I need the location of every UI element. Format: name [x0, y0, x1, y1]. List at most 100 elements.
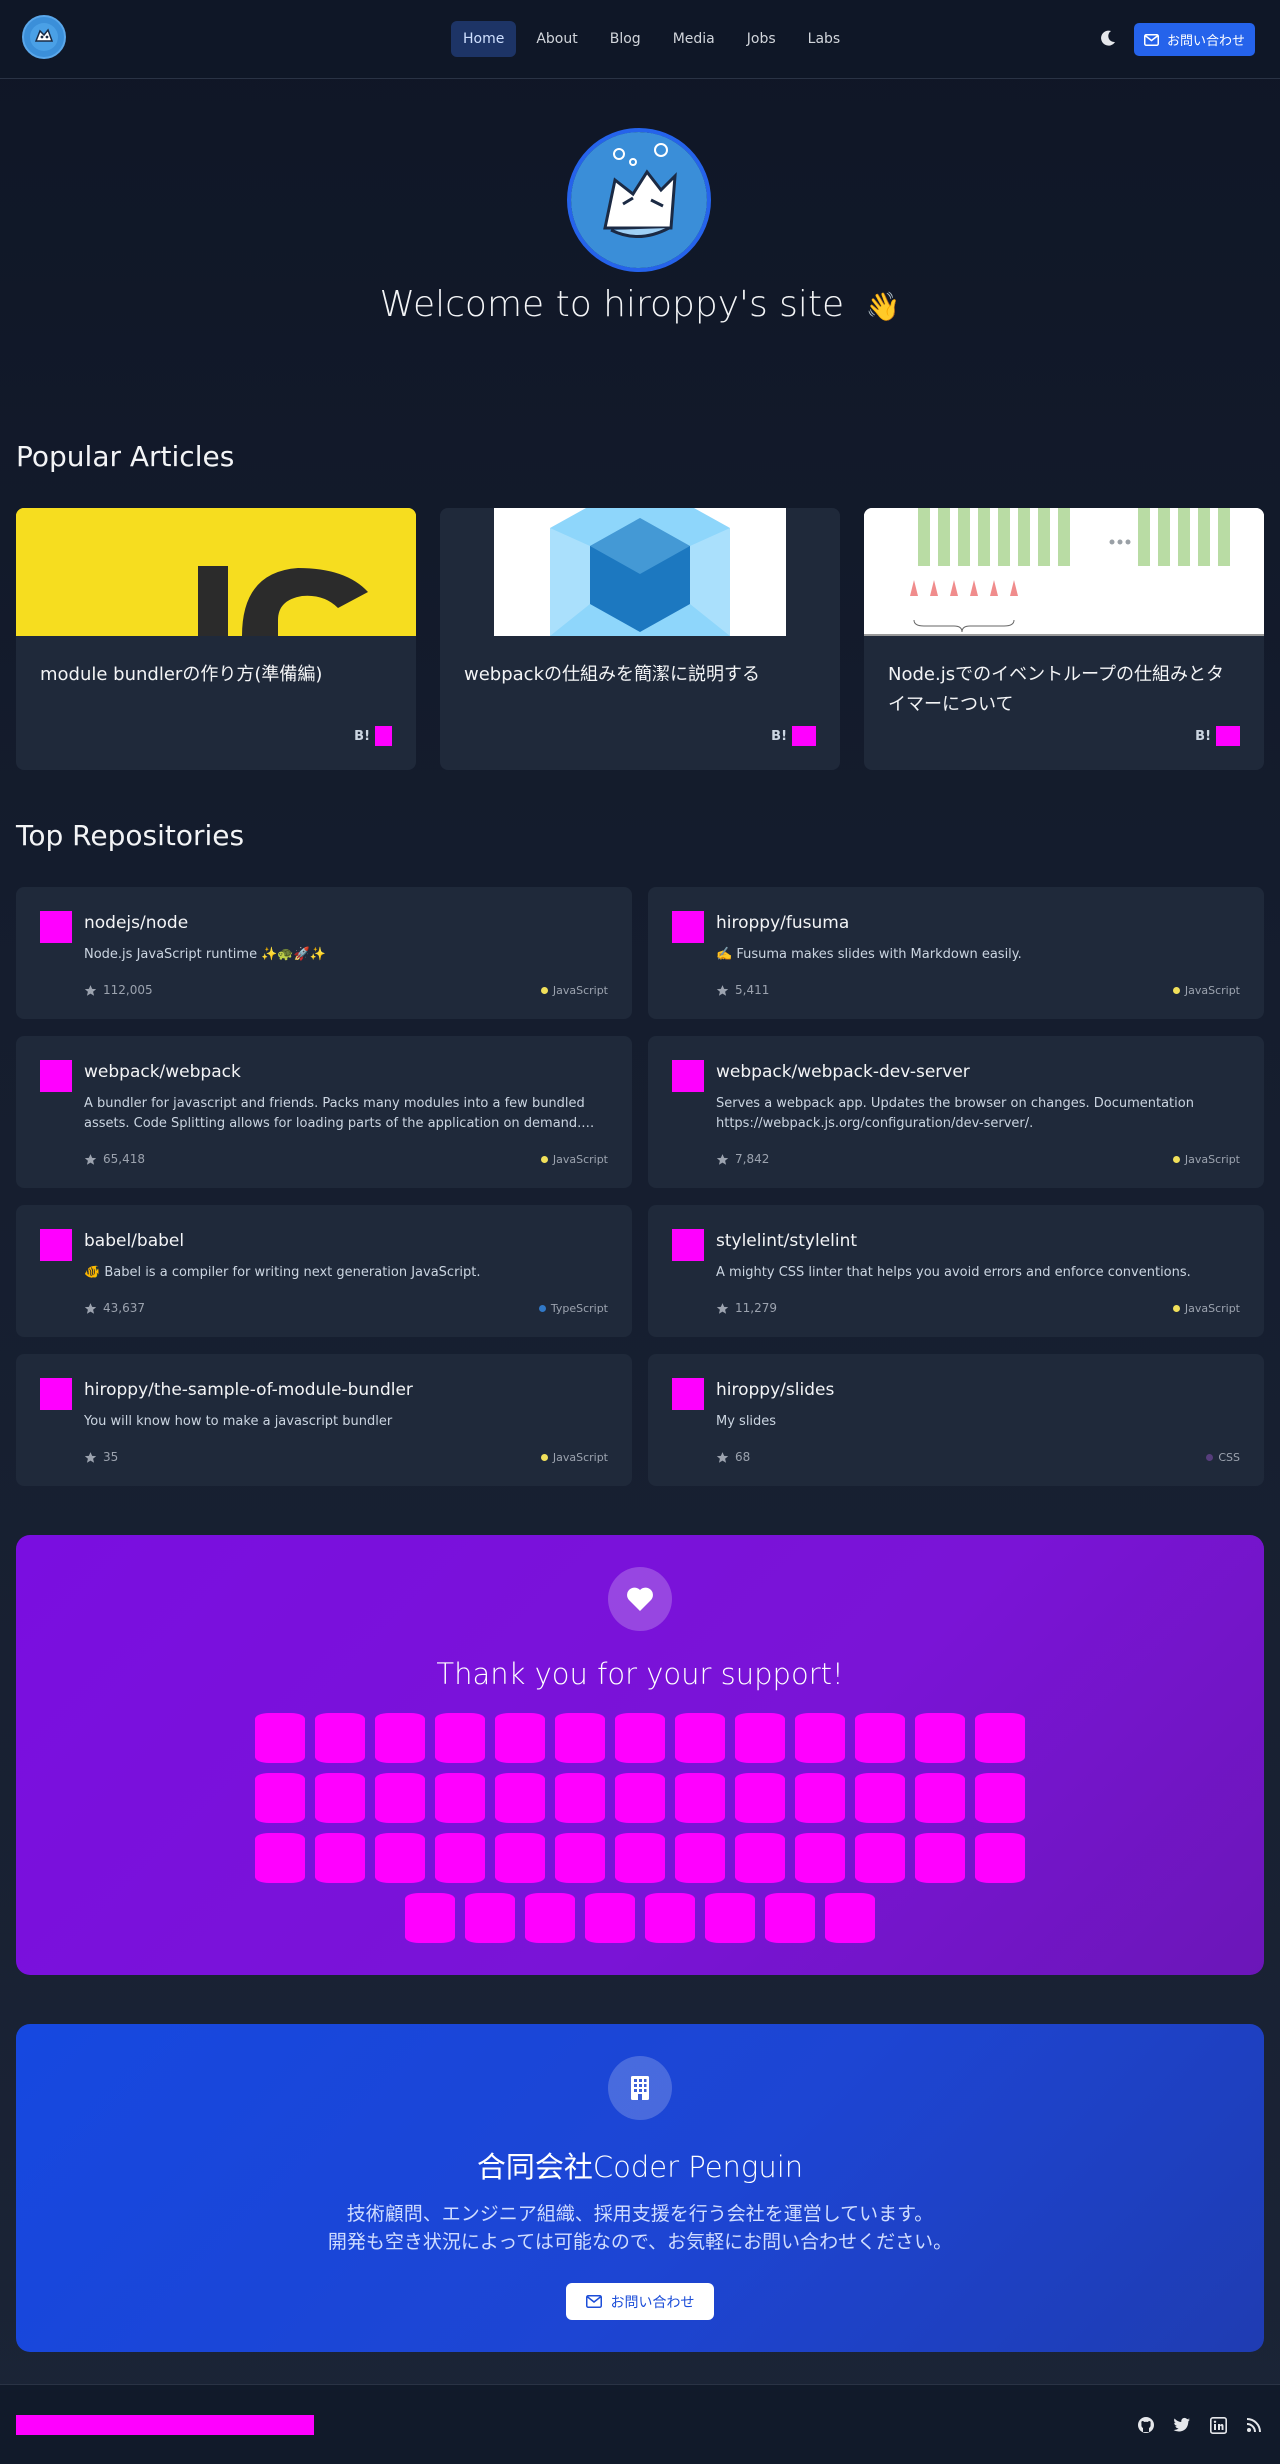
repo-name: webpack/webpack [84, 1062, 241, 1082]
repo-card[interactable]: hiroppy/fusuma ✍️ Fusuma makes slides wit… [648, 887, 1264, 1019]
sponsor-row [16, 1773, 1264, 1823]
sponsor-avatar[interactable] [735, 1773, 785, 1823]
sponsor-avatar[interactable] [255, 1833, 305, 1883]
sponsor-avatar[interactable] [495, 1833, 545, 1883]
sponsor-avatar[interactable] [795, 1773, 845, 1823]
sponsor-avatar[interactable] [915, 1833, 965, 1883]
article-card[interactable]: Node.jsでのイベントループの仕組みとタイマーについて B! [864, 508, 1264, 770]
repo-card[interactable]: nodejs/node Node.js JavaScript runtime ✨🐢… [16, 887, 632, 1019]
repo-name: hiroppy/slides [716, 1380, 835, 1400]
sponsor-avatar[interactable] [255, 1773, 305, 1823]
sponsor-avatar[interactable] [375, 1713, 425, 1763]
site-header: Home About Blog Media Jobs Labs お問い合わせ [0, 0, 1280, 79]
repo-language: JavaScript [540, 1451, 608, 1464]
hatena-bookmark[interactable]: B! [354, 726, 392, 746]
sponsor-avatar[interactable] [675, 1713, 725, 1763]
repo-language-label: JavaScript [1184, 1302, 1240, 1315]
sponsor-avatar[interactable] [975, 1713, 1025, 1763]
nav-blog[interactable]: Blog [598, 21, 653, 57]
sponsor-avatar[interactable] [525, 1893, 575, 1943]
sponsor-avatar[interactable] [495, 1713, 545, 1763]
article-card[interactable]: webpackの仕組みを簡潔に説明する B! [440, 508, 840, 770]
nav-media[interactable]: Media [661, 21, 727, 57]
sponsor-avatar[interactable] [405, 1893, 455, 1943]
star-icon [716, 1153, 729, 1165]
sponsor-avatar[interactable] [315, 1773, 365, 1823]
sponsor-avatar[interactable] [375, 1833, 425, 1883]
rss-link[interactable] [1244, 2415, 1264, 2435]
sponsor-avatar[interactable] [615, 1713, 665, 1763]
sponsor-avatar[interactable] [735, 1713, 785, 1763]
repo-description: ✍️ Fusuma makes slides with Markdown eas… [716, 947, 1022, 962]
sponsor-row [16, 1833, 1264, 1883]
sponsor-avatar[interactable] [975, 1833, 1025, 1883]
sponsor-avatar[interactable] [675, 1833, 725, 1883]
repo-stars: 11,279 [716, 1301, 777, 1315]
repo-card[interactable]: hiroppy/the-sample-of-module-bundler You … [16, 1354, 632, 1486]
nav-home[interactable]: Home [451, 21, 517, 57]
mail-icon [585, 2295, 602, 2308]
sponsor-avatar[interactable] [765, 1893, 815, 1943]
nav-about[interactable]: About [524, 21, 589, 57]
repo-name: stylelint/stylelint [716, 1231, 858, 1251]
company-contact-button[interactable]: お問い合わせ [566, 2283, 714, 2320]
sponsor-avatar[interactable] [435, 1713, 485, 1763]
sponsor-avatar[interactable] [465, 1893, 515, 1943]
penguin-avatar-icon [571, 132, 707, 268]
star-icon [84, 984, 97, 996]
sponsor-avatar[interactable] [825, 1893, 875, 1943]
sponsor-avatar[interactable] [255, 1713, 305, 1763]
repo-card[interactable]: hiroppy/slides My slides 68 CSS [648, 1354, 1264, 1486]
sponsor-avatar[interactable] [615, 1833, 665, 1883]
language-color-dot [1206, 1454, 1214, 1461]
nav-jobs[interactable]: Jobs [735, 21, 788, 57]
sponsor-avatar[interactable] [915, 1773, 965, 1823]
article-card[interactable]: module bundlerの作り方(準備編) B! [16, 508, 416, 770]
site-logo[interactable] [22, 15, 66, 59]
hatena-bookmark[interactable]: B! [1195, 726, 1240, 746]
sponsor-avatar[interactable] [555, 1713, 605, 1763]
header-contact-button[interactable]: お問い合わせ [1134, 23, 1255, 56]
sponsor-avatar[interactable] [855, 1833, 905, 1883]
language-color-dot [540, 1156, 548, 1163]
repo-card[interactable]: stylelint/stylelint A mighty CSS linter t… [648, 1205, 1264, 1337]
sponsor-avatar[interactable] [435, 1833, 485, 1883]
js-logo-icon [16, 508, 416, 636]
sponsor-avatar[interactable] [705, 1893, 755, 1943]
twitter-link[interactable] [1172, 2415, 1192, 2435]
sponsor-avatar[interactable] [555, 1773, 605, 1823]
sponsor-avatar[interactable] [735, 1833, 785, 1883]
repo-language-label: TypeScript [550, 1302, 608, 1315]
sponsor-avatar[interactable] [855, 1773, 905, 1823]
sponsor-avatar[interactable] [435, 1773, 485, 1823]
hatena-bookmark[interactable]: B! [771, 726, 816, 746]
penguin-logo-icon [30, 23, 58, 51]
theme-toggle[interactable] [1098, 28, 1118, 48]
sponsor-avatar[interactable] [795, 1713, 845, 1763]
sponsor-avatar[interactable] [585, 1893, 635, 1943]
sponsor-avatar[interactable] [555, 1833, 605, 1883]
bookmark-count-placeholder [1216, 726, 1240, 746]
github-link[interactable] [1136, 2415, 1156, 2435]
webpack-logo-icon [494, 508, 786, 636]
sponsor-avatar[interactable] [795, 1833, 845, 1883]
linkedin-link[interactable] [1208, 2415, 1228, 2435]
sponsor-avatar[interactable] [855, 1713, 905, 1763]
sponsor-avatar[interactable] [315, 1833, 365, 1883]
repo-card[interactable]: webpack/webpack-dev-server Serves a webpa… [648, 1036, 1264, 1188]
sponsor-avatar[interactable] [675, 1773, 725, 1823]
repo-language: JavaScript [1172, 984, 1240, 997]
repo-card[interactable]: webpack/webpack A bundler for javascript … [16, 1036, 632, 1188]
repo-card[interactable]: babel/babel 🐠 Babel is a compiler for wri… [16, 1205, 632, 1337]
article-thumbnail-webpack [440, 508, 840, 636]
repo-language-label: JavaScript [552, 1153, 608, 1166]
sponsor-avatar[interactable] [495, 1773, 545, 1823]
sponsor-avatar[interactable] [915, 1713, 965, 1763]
sponsor-avatar[interactable] [645, 1893, 695, 1943]
wave-icon: 👋 [865, 290, 901, 323]
sponsor-avatar[interactable] [315, 1713, 365, 1763]
sponsor-avatar[interactable] [375, 1773, 425, 1823]
sponsor-avatar[interactable] [615, 1773, 665, 1823]
nav-labs[interactable]: Labs [796, 21, 853, 57]
sponsor-avatar[interactable] [975, 1773, 1025, 1823]
